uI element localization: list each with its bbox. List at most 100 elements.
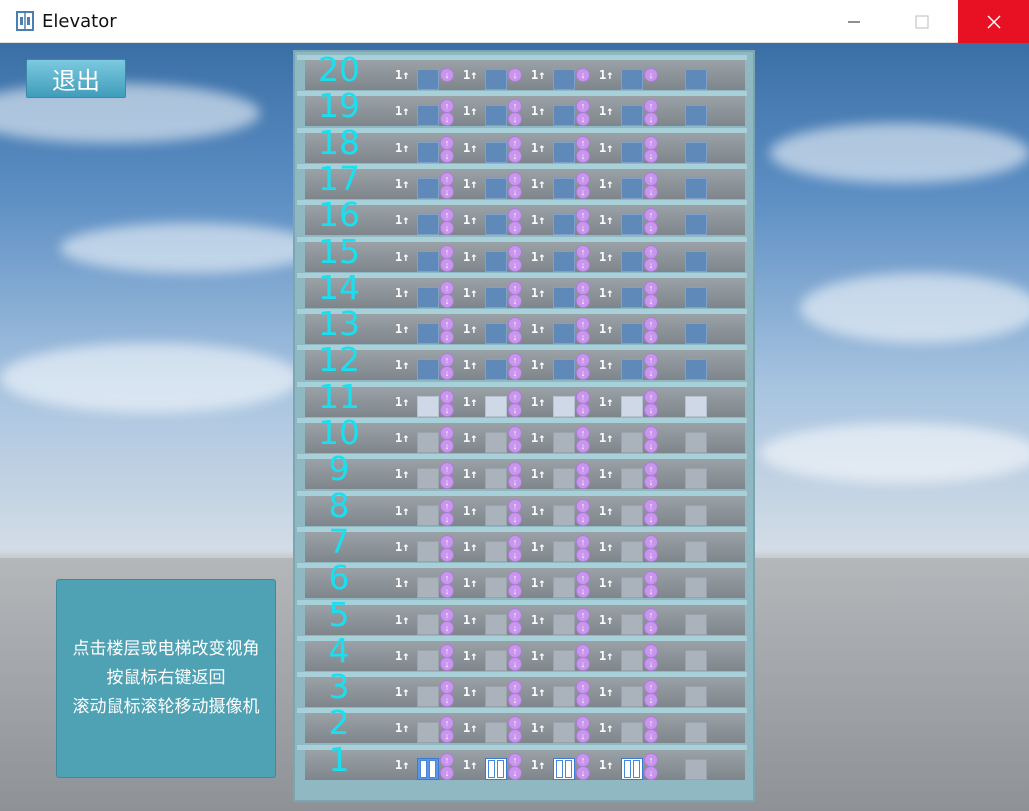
- elevator-shaft-door[interactable]: [417, 69, 439, 90]
- call-down-button[interactable]: ↓: [644, 257, 658, 272]
- call-up-button[interactable]: ↑: [644, 244, 658, 259]
- call-down-button[interactable]: ↓: [576, 293, 590, 308]
- elevator-shaft-door[interactable]: [621, 686, 643, 708]
- call-down-button[interactable]: ↓: [440, 293, 454, 308]
- call-down-button[interactable]: ↓: [644, 620, 658, 635]
- call-up-button[interactable]: ↑: [440, 534, 454, 549]
- elevator-shaft-door[interactable]: [417, 432, 439, 453]
- call-up-button[interactable]: ↑: [508, 280, 522, 295]
- floor-13[interactable]: 13 1↑ ↑ ↓ 1↑ ↑ ↓ 1↑ ↑ ↓ 1↑ ↑ ↓: [305, 304, 745, 345]
- elevator-shaft-door[interactable]: [417, 105, 439, 127]
- floor-5[interactable]: 5 1↑ ↑ ↓ 1↑ ↑ ↓ 1↑ ↑ ↓ 1↑ ↑ ↓: [305, 595, 745, 635]
- call-down-button[interactable]: ↓: [508, 68, 522, 82]
- elevator-shaft-door[interactable]: [621, 540, 643, 562]
- floor-4[interactable]: 4 1↑ ↑ ↓ 1↑ ↑ ↓ 1↑ ↑ ↓ 1↑ ↑ ↓: [305, 631, 745, 671]
- call-down-button[interactable]: ↓: [440, 656, 454, 671]
- call-up-button[interactable]: ↑: [644, 426, 658, 440]
- floor-7[interactable]: 7 1↑ ↑ ↓ 1↑ ↑ ↓ 1↑ ↑ ↓ 1↑ ↑ ↓: [305, 522, 745, 562]
- elevator-shaft-door[interactable]: [417, 722, 439, 744]
- call-down-button[interactable]: ↓: [644, 402, 658, 417]
- elevator-shaft-door[interactable]: [621, 69, 643, 90]
- call-down-button[interactable]: ↓: [440, 148, 454, 163]
- elevator-car[interactable]: [485, 757, 507, 780]
- call-up-button[interactable]: ↑: [508, 607, 522, 622]
- floor-number[interactable]: 7: [309, 522, 369, 561]
- call-up-button[interactable]: ↑: [440, 607, 454, 622]
- elevator-shaft-door[interactable]: [553, 432, 575, 453]
- call-down-button[interactable]: ↓: [440, 693, 454, 708]
- call-down-button[interactable]: ↓: [576, 330, 590, 345]
- call-down-button[interactable]: ↓: [576, 68, 590, 82]
- floor-number[interactable]: 11: [309, 377, 369, 416]
- call-up-button[interactable]: ↑: [644, 317, 658, 332]
- call-down-button[interactable]: ↓: [576, 656, 590, 671]
- call-up-button[interactable]: ↑: [644, 752, 658, 767]
- floor-18[interactable]: 18 1↑ ↑ ↓ 1↑ ↑ ↓ 1↑ ↑ ↓ 1↑ ↑ ↓: [305, 123, 745, 163]
- elevator-shaft-door[interactable]: [621, 649, 643, 671]
- elevator-shaft-door[interactable]: [485, 395, 507, 417]
- call-down-button[interactable]: ↓: [644, 439, 658, 453]
- elevator-shaft-door[interactable]: [485, 323, 507, 345]
- floor-number[interactable]: 8: [309, 486, 369, 525]
- floor-number[interactable]: 18: [309, 123, 369, 162]
- call-down-button[interactable]: ↓: [576, 148, 590, 163]
- minimize-button[interactable]: [820, 0, 888, 43]
- floor-number[interactable]: 16: [309, 195, 369, 234]
- elevator-shaft-door[interactable]: [417, 214, 439, 236]
- call-up-button[interactable]: ↑: [440, 280, 454, 295]
- floor-number[interactable]: 5: [309, 595, 369, 634]
- call-down-button[interactable]: ↓: [644, 765, 658, 780]
- call-up-button[interactable]: ↑: [440, 389, 454, 404]
- floor-20[interactable]: 20 1↑ ↓ 1↑ ↓ 1↑ ↓ 1↑ ↓: [305, 50, 745, 90]
- floor-number[interactable]: 2: [309, 703, 369, 742]
- call-up-button[interactable]: ↑: [440, 752, 454, 767]
- call-up-button[interactable]: ↑: [644, 498, 658, 513]
- floor-3[interactable]: 3 1↑ ↑ ↓ 1↑ ↑ ↓ 1↑ ↑ ↓ 1↑ ↑ ↓: [305, 667, 745, 708]
- elevator-shaft-door[interactable]: [553, 214, 575, 236]
- call-up-button[interactable]: ↑: [576, 498, 590, 513]
- call-down-button[interactable]: ↓: [508, 293, 522, 308]
- floor-11[interactable]: 11 1↑ ↑ ↓ 1↑ ↑ ↓ 1↑ ↑ ↓ 1↑ ↑ ↓: [305, 377, 745, 417]
- elevator-shaft-door[interactable]: [553, 649, 575, 671]
- elevator-shaft-door[interactable]: [485, 649, 507, 671]
- floor-number[interactable]: 6: [309, 558, 369, 597]
- call-up-button[interactable]: ↑: [508, 389, 522, 404]
- call-down-button[interactable]: ↓: [576, 439, 590, 453]
- call-down-button[interactable]: ↓: [440, 330, 454, 345]
- elevator-shaft-door[interactable]: [553, 722, 575, 744]
- exit-button[interactable]: 退出: [26, 59, 126, 98]
- call-up-button[interactable]: ↑: [440, 643, 454, 658]
- elevator-shaft-door[interactable]: [553, 504, 575, 526]
- elevator-shaft-door[interactable]: [485, 468, 507, 490]
- call-up-button[interactable]: ↑: [508, 752, 522, 767]
- floor-number[interactable]: 14: [309, 268, 369, 307]
- floor-number[interactable]: 4: [309, 631, 369, 670]
- call-down-button[interactable]: ↓: [508, 620, 522, 635]
- elevator-shaft-door[interactable]: [621, 250, 643, 272]
- call-up-button[interactable]: ↑: [576, 752, 590, 767]
- floor-number[interactable]: 20: [309, 50, 369, 89]
- call-up-button[interactable]: ↑: [508, 643, 522, 658]
- floor-number[interactable]: 3: [309, 667, 369, 706]
- floor-16[interactable]: 16 1↑ ↑ ↓ 1↑ ↑ ↓ 1↑ ↑ ↓ 1↑ ↑ ↓: [305, 195, 745, 236]
- elevator-shaft-door[interactable]: [485, 577, 507, 599]
- elevator-shaft-door[interactable]: [553, 577, 575, 599]
- call-down-button[interactable]: ↓: [508, 693, 522, 708]
- call-down-button[interactable]: ↓: [644, 148, 658, 163]
- building[interactable]: 20 1↑ ↓ 1↑ ↓ 1↑ ↓ 1↑ ↓ 19 1↑ ↑ ↓ 1↑ ↑ ↓ 1↑ ↑ ↓ 1↑ ↑ ↓ 18 1↑ ↑ ↓ 1↑…: [293, 50, 755, 802]
- call-down-button[interactable]: ↓: [508, 402, 522, 417]
- elevator-shaft-door[interactable]: [485, 540, 507, 562]
- floor-15[interactable]: 15 1↑ ↑ ↓ 1↑ ↑ ↓ 1↑ ↑ ↓ 1↑ ↑ ↓: [305, 232, 745, 272]
- floor-1[interactable]: 1 1↑ ↑ ↓ 1↑ ↑ ↓ 1↑ ↑ ↓ 1↑ ↑ ↓: [305, 740, 745, 780]
- elevator-shaft-door[interactable]: [553, 613, 575, 635]
- call-down-button[interactable]: ↓: [508, 765, 522, 780]
- call-up-button[interactable]: ↑: [644, 534, 658, 549]
- elevator-shaft-door[interactable]: [621, 432, 643, 453]
- elevator-shaft-door[interactable]: [621, 177, 643, 199]
- floor-9[interactable]: 9 1↑ ↑ ↓ 1↑ ↑ ↓ 1↑ ↑ ↓ 1↑ ↑ ↓: [305, 449, 745, 490]
- elevator-shaft-door[interactable]: [417, 323, 439, 345]
- call-down-button[interactable]: ↓: [644, 330, 658, 345]
- call-down-button[interactable]: ↓: [508, 656, 522, 671]
- elevator-shaft-door[interactable]: [553, 395, 575, 417]
- call-down-button[interactable]: ↓: [644, 184, 658, 199]
